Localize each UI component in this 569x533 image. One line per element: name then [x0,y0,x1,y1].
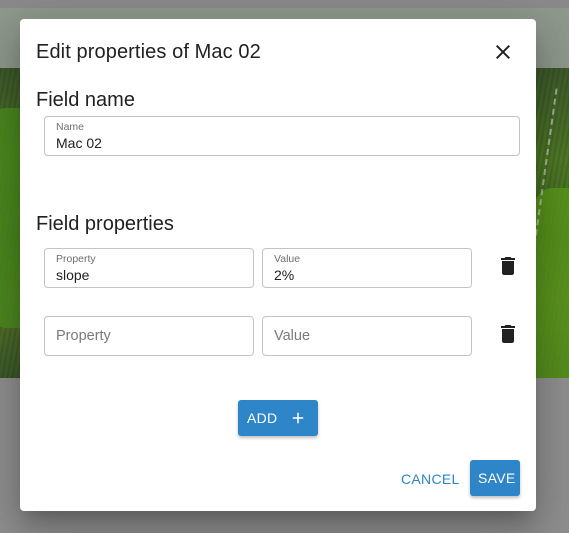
property-field-placeholder: Property [56,328,111,344]
value-field[interactable]: Value [262,316,472,356]
property-field-label: Property [56,253,96,265]
add-property-button[interactable]: ADD [238,400,318,436]
save-button-label: SAVE [478,470,516,486]
close-icon [496,45,510,59]
field-name-heading: Field name [36,89,135,111]
value-field-placeholder: Value [274,328,311,344]
value-field-value: 2% [274,267,295,283]
save-button[interactable]: SAVE [470,460,520,496]
dialog-title: Edit properties of Mac 02 [36,41,261,63]
property-field[interactable]: Property slope [44,248,254,288]
value-field-label: Value [274,253,301,265]
background-top-strip [0,0,569,8]
field-properties-heading: Field properties [36,213,174,235]
property-field[interactable]: Property [44,316,254,356]
name-field-label: Name [56,121,85,133]
trash-icon [501,257,515,275]
cancel-button[interactable]: CANCEL [392,461,462,497]
trash-icon [501,325,515,343]
name-field-value: Mac 02 [56,135,102,151]
cancel-button-label: CANCEL [401,471,460,487]
delete-property-button[interactable] [496,254,520,278]
value-field[interactable]: Value 2% [262,248,472,288]
delete-property-button[interactable] [496,322,520,346]
close-button[interactable] [491,40,515,64]
plus-icon [292,412,304,424]
edit-properties-dialog: Edit properties of Mac 02 Field name Nam… [20,19,536,511]
add-button-label: ADD [247,410,278,426]
property-field-value: slope [56,267,90,283]
name-field[interactable]: Name Mac 02 [44,116,520,156]
